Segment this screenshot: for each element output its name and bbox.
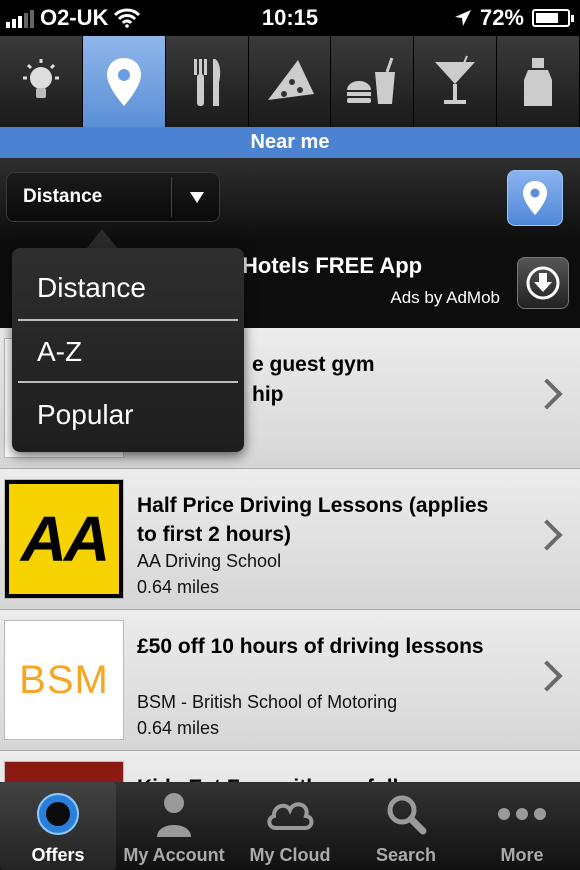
lightbulb-icon xyxy=(22,58,59,98)
search-icon xyxy=(387,795,427,835)
sort-select[interactable]: Distance xyxy=(6,172,220,222)
offer-title: £50 off 10 hours of driving lessons xyxy=(137,635,484,658)
bsm-logo: BSM xyxy=(19,657,109,702)
tab-label: My Account xyxy=(123,845,225,865)
pizza-icon xyxy=(267,59,314,100)
offer-title-partial-2: hip xyxy=(252,383,284,406)
offer-merchant: AA Driving School xyxy=(137,551,282,571)
tab-my-account[interactable]: My Account xyxy=(116,782,232,870)
sort-option-popular[interactable]: Popular xyxy=(37,399,134,431)
list-item[interactable]: Kids Eat Free with any full xyxy=(0,751,580,783)
tab-label: Search xyxy=(375,845,437,865)
divider xyxy=(18,381,238,383)
fastfood-icon xyxy=(347,56,396,104)
tab-label: Offers xyxy=(31,845,85,865)
sort-option-distance[interactable]: Distance xyxy=(37,272,146,304)
chevron-right-icon xyxy=(531,660,563,692)
chevron-down-icon xyxy=(190,192,204,203)
download-icon xyxy=(526,266,560,300)
location-pin-icon xyxy=(106,57,141,106)
location-arrow-icon xyxy=(454,10,471,26)
category-fast-food[interactable] xyxy=(331,36,415,127)
location-pin-icon xyxy=(523,181,547,215)
sort-bar: Distance xyxy=(0,158,580,237)
offer-thumbnail xyxy=(4,761,124,783)
category-drinks[interactable] xyxy=(414,36,498,127)
category-bar xyxy=(0,36,580,127)
sort-option-az[interactable]: A-Z xyxy=(37,336,82,368)
chevron-right-icon xyxy=(531,519,563,551)
status-bar: O2-UK 10:15 72% xyxy=(0,0,580,36)
tab-label: My Cloud xyxy=(249,845,331,865)
list-item[interactable]: BSM £50 off 10 hours of driving lessons … xyxy=(0,610,580,751)
category-near-me[interactable] xyxy=(82,36,166,127)
aa-logo: AA xyxy=(5,480,123,598)
tab-offers[interactable]: Offers xyxy=(0,782,116,870)
offer-merchant: BSM - British School of Motoring xyxy=(137,692,398,712)
tab-label: More xyxy=(500,845,544,865)
tab-bar: Offers My Account My Cloud Search More xyxy=(0,782,580,870)
offer-distance: 0.64 miles xyxy=(137,577,220,597)
section-title: Near me xyxy=(0,127,580,158)
category-ideas[interactable] xyxy=(0,36,83,127)
divider xyxy=(18,319,238,321)
category-more[interactable] xyxy=(497,36,580,127)
ad-byline: Ads by AdMob xyxy=(390,288,500,307)
offers-icon xyxy=(37,793,79,835)
offer-thumbnail: AA xyxy=(4,479,124,599)
category-restaurants[interactable] xyxy=(165,36,249,127)
tab-search[interactable]: Search xyxy=(348,782,464,870)
bottle-icon xyxy=(524,57,553,106)
offer-title-partial-1: e guest gym xyxy=(252,353,375,376)
download-button[interactable] xyxy=(517,257,569,309)
cloud-icon xyxy=(267,802,314,830)
person-icon xyxy=(157,793,191,837)
dropdown-pointer xyxy=(86,229,118,249)
cocktail-icon xyxy=(435,55,476,104)
battery-percent: 72% xyxy=(479,5,524,30)
ad-title: Hotels FREE App xyxy=(242,253,423,278)
chevron-right-icon xyxy=(531,378,563,410)
category-pizza[interactable] xyxy=(248,36,332,127)
sort-dropdown: Distance A-Z Popular xyxy=(12,248,244,452)
locate-me-button[interactable] xyxy=(507,170,563,226)
list-item[interactable]: AA Half Price Driving Lessons (applies t… xyxy=(0,469,580,610)
more-dots-icon xyxy=(498,808,546,820)
tab-my-cloud[interactable]: My Cloud xyxy=(232,782,348,870)
offer-thumbnail: BSM xyxy=(4,620,124,740)
fork-knife-icon xyxy=(193,58,220,106)
tab-more[interactable]: More xyxy=(464,782,580,870)
offer-title: Half Price Driving Lessons (applies to f… xyxy=(137,494,489,546)
offer-distance: 0.64 miles xyxy=(137,718,220,738)
battery-icon xyxy=(532,9,574,27)
sort-selected-label: Distance xyxy=(23,186,103,207)
divider xyxy=(171,177,172,217)
